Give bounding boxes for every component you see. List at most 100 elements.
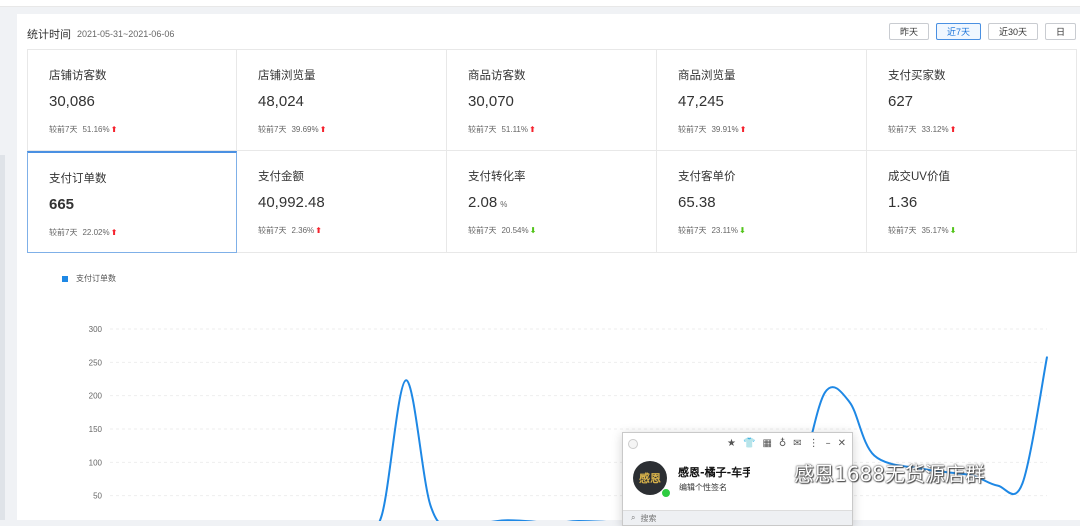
compare-label: 较前7天 (468, 226, 497, 235)
metric-card[interactable]: 商品访客数 30,070 较前7天 51.11% ⬆ (447, 49, 657, 151)
metric-value-number: 65.38 (678, 194, 716, 211)
arrow-down-icon: ⬇ (529, 226, 537, 235)
compare-percent: 33.12% (921, 125, 949, 134)
left-scroll-rail (0, 155, 5, 520)
arrow-up-icon: ⬆ (315, 226, 322, 235)
metric-compare: 较前7天 51.16% ⬆ (49, 124, 117, 135)
metric-card[interactable]: 支付订单数 665 较前7天 22.02% ⬆ (27, 151, 237, 253)
compare-percent: 39.91% (711, 125, 739, 134)
arrow-up-icon: ⬆ (319, 125, 327, 134)
medal-icon[interactable]: ♁ (779, 438, 786, 449)
range-button-30days[interactable]: 近30天 (987, 23, 1038, 40)
y-tick-label: 250 (89, 358, 103, 367)
compare-label: 较前7天 (678, 226, 707, 235)
data-point (824, 391, 826, 394)
metric-compare: 较前7天 2.36% ⬆ (258, 225, 322, 236)
contact-name: 感恩-橘子-车手 (678, 466, 750, 479)
compare-label: 较前7天 (49, 228, 78, 237)
watermark: 感恩1688无货源店群 (762, 458, 985, 487)
minimize-icon[interactable]: – (826, 438, 831, 449)
metric-card[interactable]: 店铺访客数 30,086 较前7天 51.16% ⬆ (27, 49, 237, 151)
metric-value: 30,070 (468, 93, 517, 110)
metric-value: 40,992.48 (258, 194, 328, 211)
wechat-icon (762, 462, 788, 483)
metric-card[interactable]: 支付客单价 65.38 较前7天 23.11% ⬇ (657, 151, 867, 253)
metric-compare: 较前7天 33.12% ⬆ (888, 124, 956, 135)
metric-card[interactable]: 支付买家数 627 较前7天 33.12% ⬆ (867, 49, 1077, 151)
compare-percent: 22.02% (82, 228, 110, 237)
compare-percent: 2.36% (291, 226, 315, 235)
metric-title: 商品访客数 (468, 70, 526, 82)
metric-card[interactable]: 支付金额 40,992.48 较前7天 2.36% ⬆ (237, 151, 447, 253)
stat-time-label: 统计时间 (27, 29, 71, 41)
metric-value: 65.38 (678, 194, 719, 211)
metric-title: 支付客单价 (678, 171, 736, 183)
shirt-icon[interactable]: 👕 (743, 438, 755, 449)
metric-title: 店铺访客数 (49, 70, 107, 82)
watermark-text: 感恩1688无货源店群 (794, 462, 985, 486)
metric-title: 支付订单数 (49, 173, 107, 185)
series-line (378, 356, 1048, 521)
metric-value: 48,024 (258, 93, 307, 110)
calendar-icon[interactable]: ▦ (762, 438, 771, 449)
metric-value-number: 47,245 (678, 93, 724, 110)
compare-percent: 51.16% (82, 125, 110, 134)
stat-date-range: 2021-05-31~2021-06-06 (77, 29, 175, 39)
mail-icon[interactable]: ✉ (793, 438, 801, 449)
search-icon: ⌕ (631, 513, 636, 522)
metric-card[interactable]: 支付转化率 2.08% 较前7天 20.54% ⬇ (447, 151, 657, 253)
y-tick-label: 100 (89, 458, 103, 467)
arrow-up-icon: ⬆ (110, 125, 118, 134)
signature-field[interactable]: 编辑个性签名 (679, 482, 727, 493)
metric-card[interactable]: 店铺浏览量 48,024 较前7天 39.69% ⬆ (237, 49, 447, 151)
metric-value: 1.36 (888, 194, 920, 211)
metric-compare: 较前7天 23.11% ⬇ (678, 225, 746, 236)
range-button-7days[interactable]: 近7天 (935, 23, 981, 40)
range-button-yesterday[interactable]: 昨天 (888, 23, 929, 40)
metric-value: 2.08% (468, 194, 507, 211)
compare-label: 较前7天 (258, 125, 287, 134)
metric-value-number: 48,024 (258, 93, 304, 110)
online-status-icon (661, 488, 671, 498)
metric-card[interactable]: 成交UV价值 1.36 较前7天 35.17% ⬇ (867, 151, 1077, 253)
more-icon[interactable]: ⋮ (809, 438, 819, 449)
top-strip (0, 0, 1080, 7)
star-icon[interactable]: ★ (727, 438, 736, 449)
compare-percent: 23.11% (711, 226, 738, 235)
metric-value-number: 2.08 (468, 194, 498, 211)
metric-value-number: 30,086 (49, 93, 95, 110)
data-point (405, 379, 407, 382)
compare-percent: 20.54% (501, 226, 529, 235)
data-point (1021, 482, 1024, 485)
compare-percent: 35.17% (921, 226, 949, 235)
arrow-up-icon: ⬆ (529, 125, 536, 134)
window-dot-icon (628, 439, 638, 449)
metric-compare: 较前7天 22.02% ⬆ (49, 227, 117, 238)
metric-value: 665 (49, 196, 77, 213)
arrow-down-icon: ⬇ (949, 226, 957, 235)
compare-percent: 39.69% (291, 125, 319, 134)
close-icon[interactable]: ✕ (838, 438, 846, 449)
metric-compare: 较前7天 51.11% ⬆ (468, 124, 536, 135)
metric-value-number: 1.36 (888, 194, 918, 211)
compare-label: 较前7天 (888, 226, 917, 235)
range-button-day[interactable]: 日 (1044, 23, 1076, 40)
chat-search-input[interactable]: ⌕ 搜索 (623, 510, 852, 525)
y-tick-label: 150 (89, 425, 103, 434)
compare-label: 较前7天 (468, 125, 497, 134)
metric-title: 商品浏览量 (678, 70, 736, 82)
compare-label: 较前7天 (888, 125, 917, 134)
metric-value-number: 40,992.48 (258, 194, 325, 211)
metric-compare: 较前7天 39.69% ⬆ (258, 124, 326, 135)
metric-compare: 较前7天 35.17% ⬇ (888, 225, 956, 236)
data-point (380, 516, 383, 518)
metric-card[interactable]: 商品浏览量 47,245 较前7天 39.91% ⬆ (657, 49, 867, 151)
metric-value: 627 (888, 93, 916, 110)
chat-toolbar: ★ 👕 ▦ ♁ ✉ ⋮ – ✕ (727, 438, 846, 449)
stats-panel: 统计时间 2021-05-31~2021-06-06 昨天 近7天 近30天 日… (17, 14, 1080, 521)
metric-compare: 较前7天 39.91% ⬆ (678, 124, 746, 135)
compare-label: 较前7天 (678, 125, 707, 134)
metrics-grid: 店铺访客数 30,086 较前7天 51.16% ⬆ 店铺浏览量 48,024 较前7天 39.… (27, 49, 1077, 254)
metric-title: 成交UV价值 (888, 171, 950, 183)
y-tick-label: 300 (89, 325, 103, 334)
